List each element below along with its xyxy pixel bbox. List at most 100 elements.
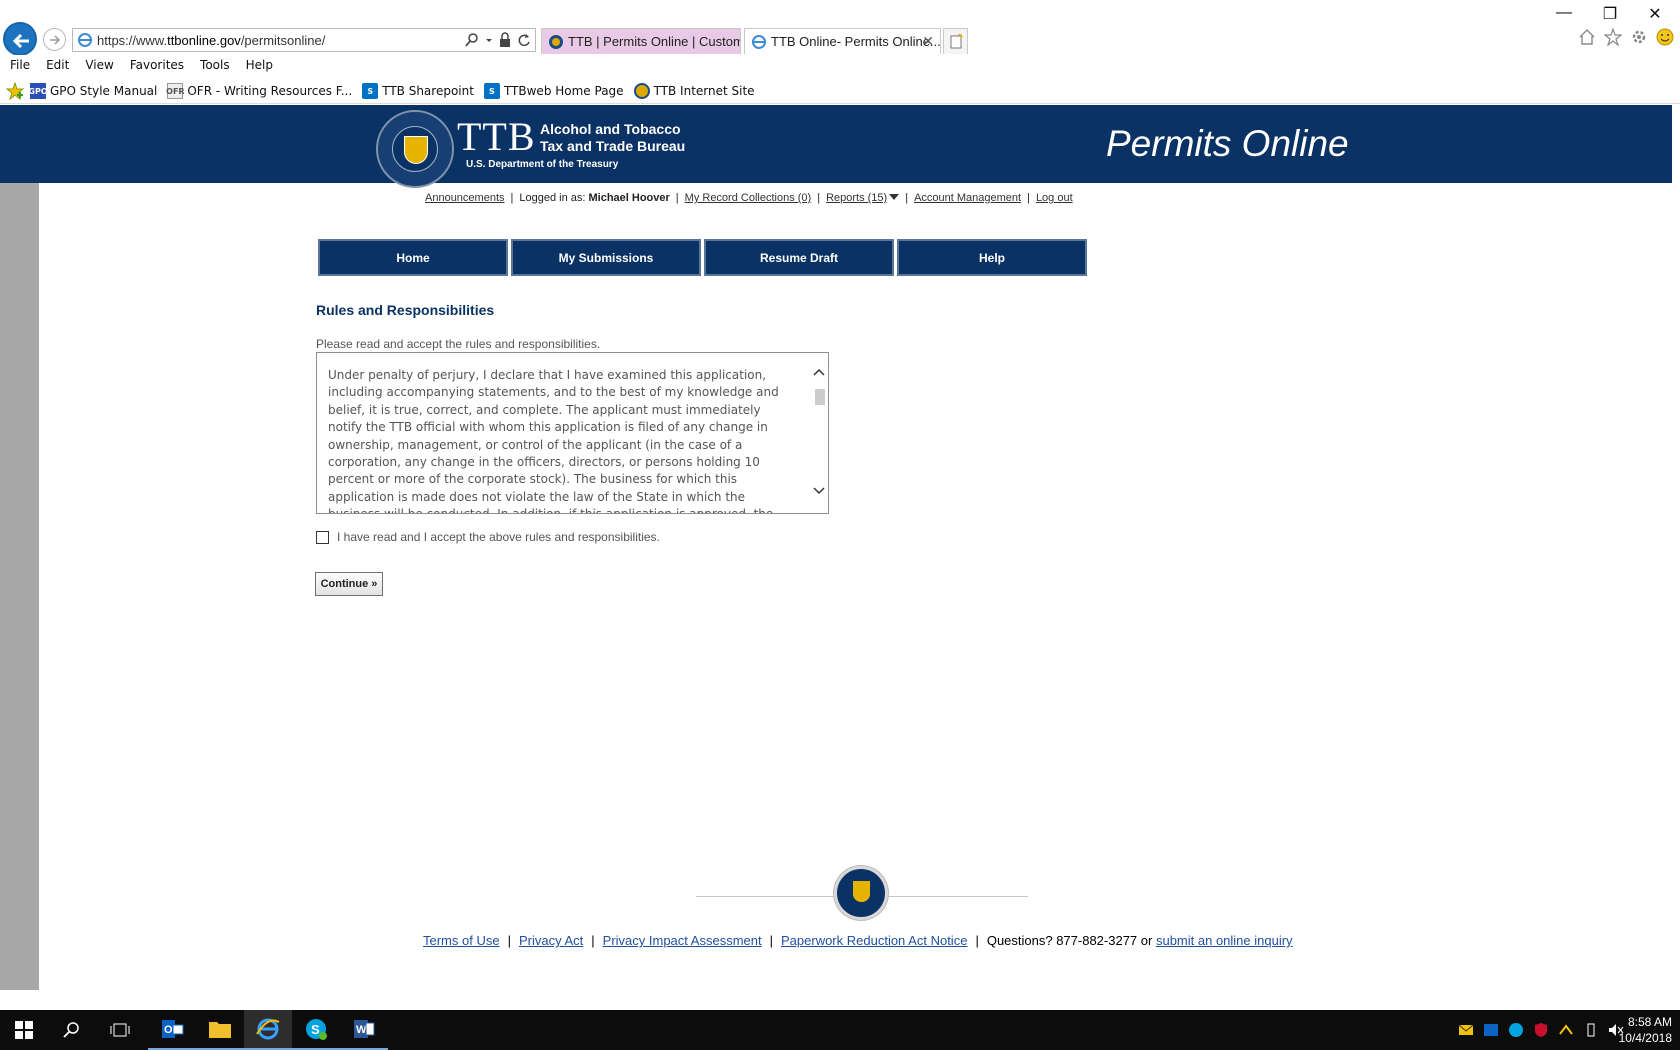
smiley-feedback-icon[interactable]	[1656, 28, 1674, 46]
restore-button[interactable]: ❐	[1598, 4, 1622, 24]
add-favorite-icon[interactable]	[6, 82, 24, 100]
scroll-down-icon[interactable]	[813, 486, 825, 496]
ttb-seal-logo[interactable]	[376, 110, 454, 188]
browser-tab-permits-online[interactable]: TTB Online- Permits Online... ✕	[744, 28, 941, 54]
skype-tray-icon[interactable]	[1508, 1022, 1524, 1038]
shield-icon	[404, 136, 428, 164]
skype-taskbar-button[interactable]: S	[292, 1010, 340, 1050]
separator: |	[905, 192, 909, 204]
favorite-gpo-style-manual[interactable]: GPO GPO Style Manual	[28, 83, 158, 99]
new-tab-button[interactable]	[943, 28, 968, 54]
online-inquiry-link[interactable]: submit an online inquiry	[1156, 933, 1293, 948]
home-icon[interactable]	[1578, 28, 1596, 46]
page-title: Rules and Responsibilities	[316, 302, 495, 318]
favorites-star-icon[interactable]	[1604, 28, 1622, 46]
separator: |	[975, 933, 979, 948]
usb-icon[interactable]	[1583, 1022, 1599, 1038]
favorite-ttb-sharepoint[interactable]: S TTB Sharepoint	[362, 83, 474, 99]
agency-name-line1: Alcohol and Tobacco	[540, 121, 681, 137]
page-scrollbar[interactable]	[1672, 105, 1680, 1010]
main-nav: Home My Submissions Resume Draft Help	[318, 239, 1087, 276]
department-name: U.S. Department of the Treasury	[466, 159, 619, 170]
paperwork-reduction-link[interactable]: Paperwork Reduction Act Notice	[781, 933, 967, 948]
browser-tab-permits-custom[interactable]: TTB | Permits Online | Custom...	[541, 28, 741, 54]
menu-help[interactable]: Help	[246, 55, 273, 77]
favorite-ttbweb-home[interactable]: S TTBweb Home Page	[483, 83, 624, 99]
accept-checkbox[interactable]	[316, 530, 329, 544]
record-collections-link[interactable]: My Record Collections (0)	[685, 192, 812, 204]
task-view-button[interactable]	[96, 1010, 144, 1050]
menu-view[interactable]: View	[85, 55, 113, 77]
antivirus-icon[interactable]	[1533, 1022, 1549, 1038]
address-url: https://www.ttbonline.gov/permitsonline/	[97, 33, 325, 48]
start-button[interactable]	[0, 1010, 48, 1050]
menu-edit[interactable]: Edit	[46, 55, 69, 77]
seal-inner	[392, 126, 438, 172]
menu-file[interactable]: File	[10, 55, 30, 77]
windows-logo-icon	[15, 1021, 33, 1039]
close-tab-icon[interactable]: ✕	[922, 33, 934, 50]
clock-time: 8:58 AM	[1627, 1015, 1672, 1029]
menu-tools[interactable]: Tools	[200, 55, 230, 77]
nav-my-submissions[interactable]: My Submissions	[511, 239, 701, 276]
minimize-button[interactable]: —	[1552, 4, 1576, 22]
scroll-up-icon[interactable]	[813, 367, 825, 377]
gpo-icon: GPO	[28, 83, 48, 99]
ie-icon	[78, 33, 92, 47]
shield-icon	[853, 881, 870, 902]
terms-of-use-link[interactable]: Terms of Use	[423, 933, 500, 948]
rules-scrollbar[interactable]	[810, 353, 828, 513]
svg-text:S: S	[311, 1022, 320, 1037]
file-explorer-taskbar-button[interactable]	[196, 1010, 244, 1050]
lock-icon[interactable]	[499, 32, 511, 48]
word-icon: W	[354, 1020, 375, 1038]
menu-favorites[interactable]: Favorites	[130, 55, 184, 77]
url-prefix: https://www.	[97, 33, 168, 48]
separator: |	[1027, 192, 1030, 204]
new-tab-icon	[950, 34, 963, 49]
network-tool-icon[interactable]	[1558, 1022, 1574, 1038]
reports-dropdown-icon[interactable]	[889, 194, 900, 200]
ofr-icon: OFR	[166, 83, 185, 99]
logout-link[interactable]: Log out	[1036, 192, 1073, 204]
forward-button[interactable]	[43, 28, 66, 51]
nav-home[interactable]: Home	[318, 239, 508, 276]
favorite-ttb-internet-site[interactable]: TTB Internet Site	[633, 83, 755, 99]
windows-taskbar: O S W 8:58 AM 10/4/2018	[0, 1010, 1680, 1050]
nav-help[interactable]: Help	[897, 239, 1087, 276]
dropdown-icon[interactable]	[485, 32, 493, 48]
ttb-seal-icon	[633, 83, 650, 99]
favorite-label: GPO Style Manual	[50, 84, 158, 98]
refresh-icon[interactable]	[517, 32, 531, 48]
continue-button[interactable]: Continue »	[315, 572, 383, 596]
mail-icon[interactable]	[1458, 1022, 1474, 1038]
search-icon[interactable]	[465, 32, 479, 48]
rules-textarea[interactable]: Under penalty of perjury, I declare that…	[316, 352, 829, 514]
search-button[interactable]	[48, 1010, 96, 1050]
taskbar-clock[interactable]: 8:58 AM 10/4/2018	[1619, 1014, 1672, 1046]
address-bar[interactable]: https://www.ttbonline.gov/permitsonline/	[72, 28, 536, 52]
task-view-icon	[110, 1023, 130, 1037]
outlook-tray-icon[interactable]	[1483, 1022, 1499, 1038]
footer-seal-logo	[834, 866, 888, 920]
favorites-bar: GPO GPO Style Manual OFR OFR - Writing Res…	[0, 79, 1680, 104]
internet-explorer-taskbar-button[interactable]	[244, 1010, 292, 1050]
favorite-ofr-writing-resources[interactable]: OFR OFR - Writing Resources F...	[166, 83, 352, 99]
privacy-impact-link[interactable]: Privacy Impact Assessment	[603, 933, 762, 948]
word-taskbar-button[interactable]: W	[340, 1010, 388, 1050]
privacy-act-link[interactable]: Privacy Act	[519, 933, 583, 948]
announcements-link[interactable]: Announcements	[425, 192, 505, 204]
reports-link[interactable]: Reports (15)	[826, 192, 887, 204]
nav-resume-draft[interactable]: Resume Draft	[704, 239, 894, 276]
scroll-thumb[interactable]	[815, 389, 825, 405]
separator: |	[769, 933, 773, 948]
back-button[interactable]	[3, 22, 37, 56]
accept-label[interactable]: I have read and I accept the above rules…	[337, 530, 660, 544]
clock-date: 10/4/2018	[1618, 1031, 1672, 1045]
svg-text:W: W	[356, 1024, 367, 1036]
gear-icon[interactable]	[1630, 28, 1648, 46]
close-window-button[interactable]: ✕	[1643, 4, 1667, 24]
outlook-taskbar-button[interactable]: O	[148, 1010, 196, 1050]
account-management-link[interactable]: Account Management	[914, 192, 1021, 204]
favorite-label: TTB Internet Site	[653, 84, 755, 98]
